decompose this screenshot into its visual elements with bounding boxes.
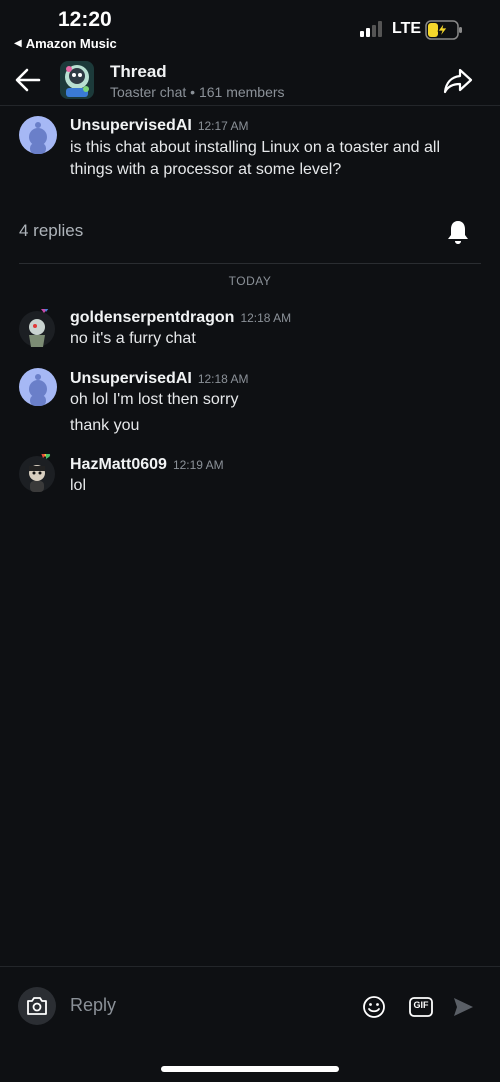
notification-bell-button[interactable]	[444, 218, 472, 246]
message-time: 12:18 AM	[197, 372, 249, 386]
message-time: 12:17 AM	[197, 119, 249, 133]
thread-header: Thread Toaster chat • 161 members	[0, 56, 500, 106]
avatar[interactable]	[19, 368, 57, 406]
group-avatar-image	[60, 61, 94, 99]
author-name[interactable]: UnsupervisedAI	[70, 117, 192, 135]
camera-button[interactable]	[18, 987, 56, 1025]
gif-label: GIF	[413, 1000, 429, 1010]
replies-count: 4 replies	[19, 221, 84, 240]
bell-icon	[448, 221, 468, 244]
message-header: HazMatt0609 12:19 AM	[70, 456, 224, 474]
reply-input[interactable]	[70, 995, 340, 1016]
camera-icon	[27, 997, 47, 1015]
back-triangle-icon: ◀	[14, 38, 22, 49]
message-header: goldenserpentdragon 12:18 AM	[70, 309, 291, 327]
message-header: UnsupervisedAI 12:17 AM	[70, 117, 249, 135]
default-snoo-avatar-icon	[19, 368, 57, 406]
avatar[interactable]	[19, 116, 57, 154]
message-header: UnsupervisedAI 12:18 AM	[70, 370, 249, 388]
send-button[interactable]	[450, 994, 476, 1020]
message-text: oh lol I'm lost then sorry	[70, 391, 239, 408]
arrow-left-icon	[15, 68, 41, 92]
chat-subtitle: Toaster chat • 161 members	[110, 84, 285, 100]
gif-button[interactable]: GIF	[408, 994, 434, 1020]
custom-snoo-avatar-icon	[19, 450, 55, 492]
back-button[interactable]	[12, 64, 44, 96]
thread-title: Thread	[110, 62, 167, 81]
message-text: thank you	[70, 417, 140, 434]
battery-charging-icon	[425, 20, 462, 40]
reply-composer: GIF	[0, 966, 500, 1082]
share-button[interactable]	[440, 64, 476, 98]
message-text: lol	[70, 477, 87, 494]
message-text: no it's a furry chat	[70, 330, 196, 347]
signal-icon	[360, 21, 382, 37]
default-snoo-avatar-icon	[19, 116, 57, 154]
message-time: 12:19 AM	[172, 458, 224, 472]
custom-snoo-avatar-icon	[19, 303, 55, 347]
thread-screen: 12:20 ◀ Amazon Music LTE Thread Toaster …	[0, 0, 500, 1082]
emoji-icon	[363, 996, 385, 1018]
send-icon	[454, 998, 473, 1016]
author-name[interactable]: UnsupervisedAI	[70, 370, 192, 388]
home-indicator	[161, 1066, 339, 1072]
replies-row: 4 replies	[0, 212, 500, 252]
emoji-button[interactable]	[361, 994, 387, 1020]
avatar[interactable]	[19, 303, 57, 347]
avatar[interactable]	[19, 450, 57, 492]
day-separator: TODAY	[228, 274, 272, 288]
share-icon	[443, 68, 473, 94]
group-avatar[interactable]	[60, 61, 94, 99]
back-to-app-link[interactable]: ◀ Amazon Music	[14, 36, 117, 51]
message-time: 12:18 AM	[240, 311, 292, 325]
divider	[19, 263, 481, 264]
status-time: 12:20	[58, 8, 112, 31]
message-text: is this chat about installing Linux on a…	[70, 139, 441, 178]
author-name[interactable]: HazMatt0609	[70, 456, 167, 474]
status-bar: 12:20 ◀ Amazon Music LTE	[0, 0, 500, 56]
author-name[interactable]: goldenserpentdragon	[70, 309, 234, 327]
back-app-label: Amazon Music	[25, 36, 117, 51]
network-label: LTE	[392, 20, 422, 37]
